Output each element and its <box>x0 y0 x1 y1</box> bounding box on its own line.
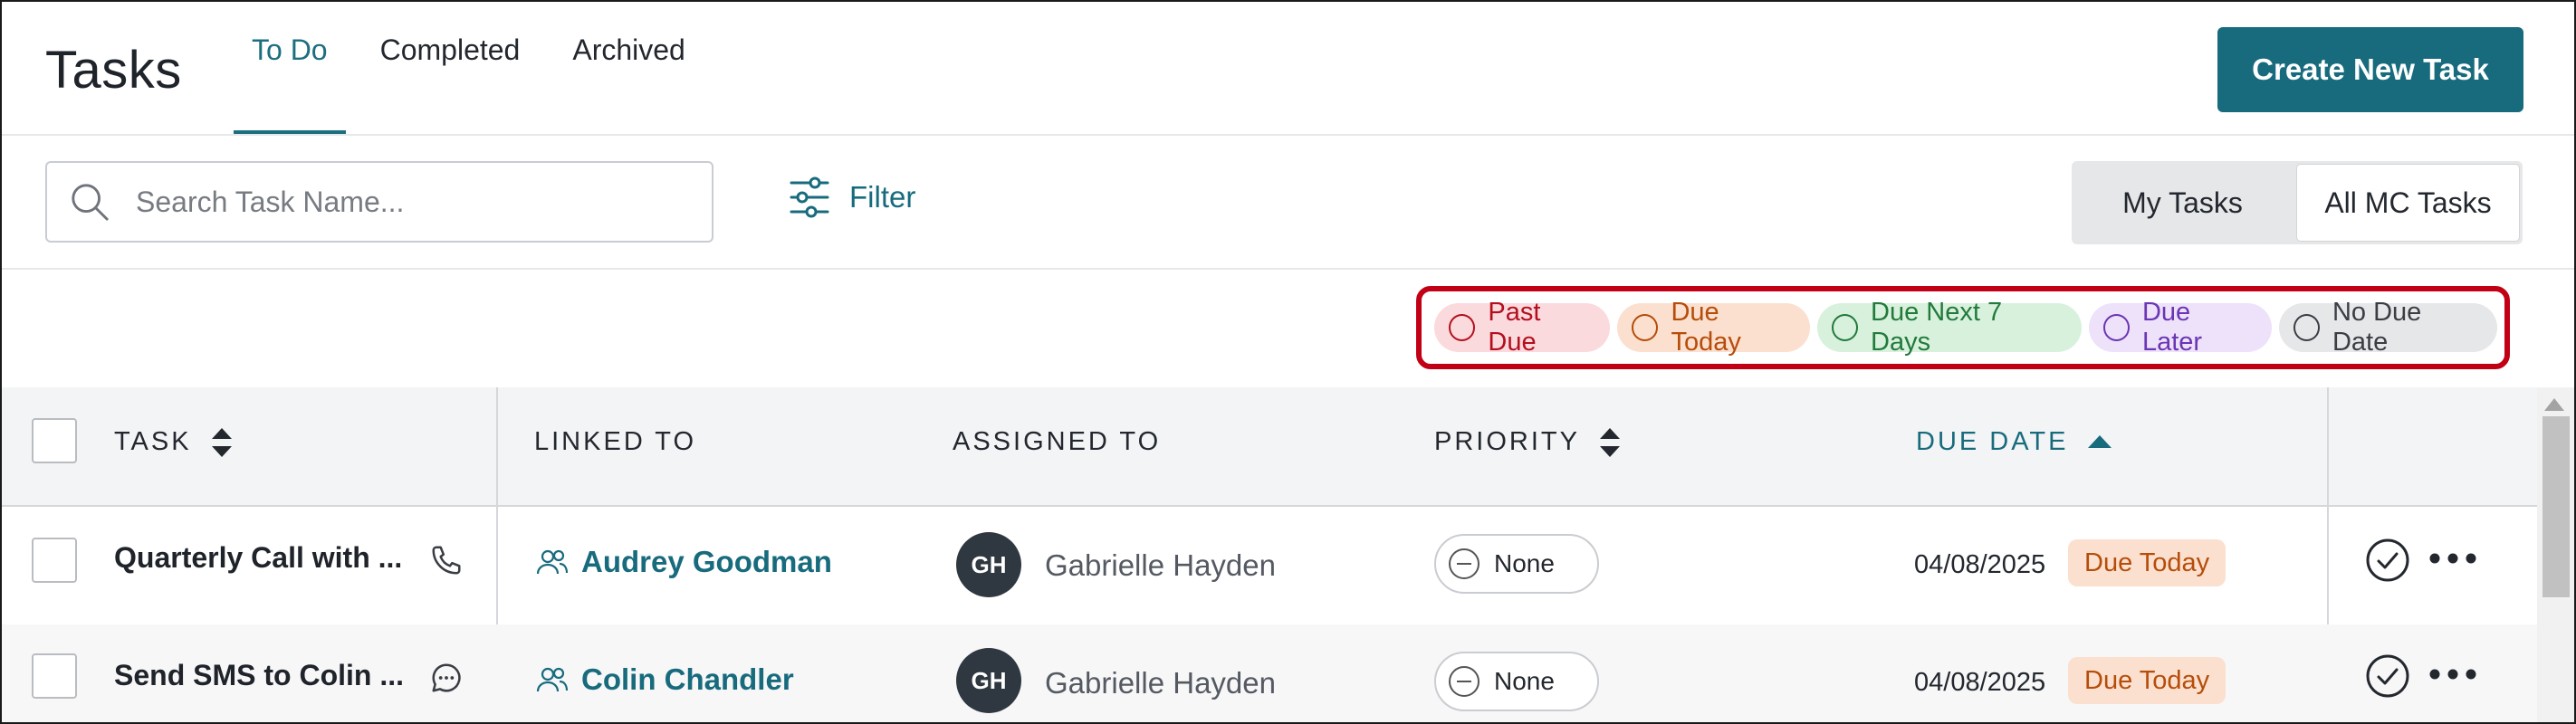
table-header <box>2 387 2537 507</box>
column-header-linked-to: LINKED TO <box>534 427 696 457</box>
avatar: GH <box>956 648 1021 713</box>
check-circle-icon[interactable] <box>2365 538 2410 583</box>
sort-icon <box>211 427 232 457</box>
column-header-priority[interactable]: PRIORITY <box>1434 427 1620 457</box>
toolbar: Filter My Tasks All MC Tasks <box>2 136 2574 270</box>
legend-label: Past Due <box>1488 298 1541 357</box>
due-status-legend: Past Due Due Today Due Next 7 Days Due L… <box>1416 286 2510 369</box>
more-options-icon[interactable] <box>2428 552 2477 565</box>
minus-circle-icon <box>1449 666 1480 697</box>
column-label: ASSIGNED TO <box>953 427 1162 456</box>
filter-label: Filter <box>849 180 916 214</box>
legend-due-next-7-days[interactable]: Due Next 7 Days <box>1816 298 2082 357</box>
scrollbar-thumb[interactable] <box>2542 416 2570 597</box>
due-date: 04/08/2025 <box>1914 668 2046 697</box>
legend-due-today[interactable]: Due Today <box>1617 298 1810 357</box>
linked-contact-link[interactable]: Colin Chandler <box>536 662 794 697</box>
tab-to-do[interactable]: To Do <box>234 2 346 134</box>
scroll-up-arrow-icon[interactable] <box>2544 398 2564 411</box>
circle-icon <box>1449 314 1476 341</box>
all-mc-tasks-option[interactable]: All MC Tasks <box>2297 165 2519 241</box>
filter-button[interactable]: Filter <box>788 176 915 219</box>
tab-archived[interactable]: Archived <box>554 2 704 116</box>
circle-icon <box>2102 314 2130 341</box>
column-header-assigned-to: ASSIGNED TO <box>953 427 1161 457</box>
legend-due-later[interactable]: Due Later <box>2088 298 2272 357</box>
priority-pill[interactable]: None <box>1434 534 1599 594</box>
search-icon <box>72 184 109 221</box>
avatar: GH <box>956 532 1021 597</box>
legend-past-due[interactable]: Past Due <box>1434 298 1611 357</box>
my-tasks-option[interactable]: My Tasks <box>2072 161 2294 244</box>
assignee-name: Gabrielle Hayden <box>1045 666 1276 700</box>
column-label: PRIORITY <box>1434 427 1580 456</box>
legend-label: Due Later <box>2141 298 2203 357</box>
assignee-name: Gabrielle Hayden <box>1045 548 1276 582</box>
status-badge: Due Today <box>2068 657 2226 704</box>
column-label: DUE DATE <box>1916 427 2069 456</box>
more-options-icon[interactable] <box>2428 668 2477 681</box>
contacts-icon <box>536 549 569 575</box>
phone-icon <box>432 546 461 575</box>
legend-label: No Due Date <box>2332 298 2422 357</box>
priority-label: None <box>1494 667 1555 695</box>
search-box[interactable] <box>45 161 713 243</box>
column-header-task[interactable]: TASK <box>114 427 232 457</box>
due-date: 04/08/2025 <box>1914 550 2046 579</box>
legend-label: Due Next 7 Days <box>1871 298 2003 357</box>
task-name[interactable]: Quarterly Call with ... <box>114 541 402 575</box>
legend-no-due-date[interactable]: No Due Date <box>2278 298 2497 357</box>
row-checkbox[interactable] <box>32 538 77 583</box>
sort-icon <box>1599 427 1620 457</box>
priority-label: None <box>1494 549 1555 577</box>
sort-ascending-icon <box>2088 434 2112 448</box>
contacts-icon <box>536 667 569 692</box>
check-circle-icon[interactable] <box>2365 653 2410 699</box>
create-new-task-button[interactable]: Create New Task <box>2217 27 2523 112</box>
linked-contact-name: Audrey Goodman <box>581 545 832 578</box>
circle-icon <box>1831 314 1859 341</box>
page-title: Tasks <box>45 41 182 100</box>
filter-sliders-icon <box>790 176 829 218</box>
search-input[interactable] <box>134 184 681 220</box>
legend-label: Due Today <box>1671 298 1741 357</box>
column-label: TASK <box>114 427 192 456</box>
column-header-due-date[interactable]: DUE DATE <box>1916 427 2112 457</box>
select-all-checkbox[interactable] <box>32 418 77 463</box>
circle-icon <box>1632 314 1659 341</box>
minus-circle-icon <box>1449 548 1480 579</box>
linked-contact-name: Colin Chandler <box>581 662 794 696</box>
status-badge: Due Today <box>2068 539 2226 586</box>
priority-pill[interactable]: None <box>1434 652 1599 711</box>
linked-contact-link[interactable]: Audrey Goodman <box>536 545 832 579</box>
chat-bubble-icon <box>432 663 461 692</box>
page-header: Tasks To Do Completed Archived Create Ne… <box>2 2 2574 136</box>
column-label: LINKED TO <box>534 427 697 456</box>
task-name[interactable]: Send SMS to Colin ... <box>114 659 404 692</box>
tasks-page: Tasks To Do Completed Archived Create Ne… <box>0 0 2576 724</box>
task-tabs: To Do Completed Archived <box>234 2 720 134</box>
row-checkbox[interactable] <box>32 653 77 699</box>
tab-completed[interactable]: Completed <box>362 2 539 116</box>
task-scope-toggle: My Tasks All MC Tasks <box>2072 161 2523 244</box>
circle-icon <box>2293 314 2320 341</box>
